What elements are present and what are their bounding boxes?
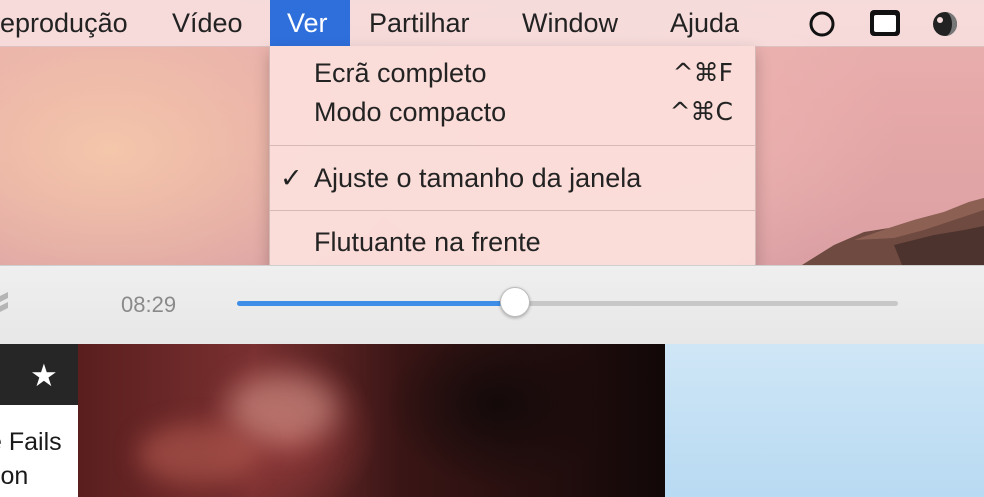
menu-video[interactable]: Vídeo xyxy=(155,0,260,46)
menu-item-label: Ajuste o tamanho da janela xyxy=(314,163,642,193)
circle-outline-icon[interactable] xyxy=(808,9,836,37)
menu-ajuda[interactable]: Ajuda xyxy=(653,0,756,46)
ver-dropdown-menu: Ecrã completo ^⌘F Modo compacto ^⌘C ✓ Aj… xyxy=(269,46,756,272)
menu-separator xyxy=(270,210,755,211)
menu-bar: eprodução Vídeo Ver Partilhar Window Aju… xyxy=(0,0,984,47)
mountain-graphic xyxy=(794,198,984,270)
menu-item-label: Modo compacto xyxy=(314,97,507,127)
menu-item-label: Ecrã completo xyxy=(314,58,487,88)
scrubber-progress xyxy=(237,301,515,306)
favorite-bar: ★ xyxy=(0,344,78,405)
menu-window[interactable]: Window xyxy=(505,0,635,46)
app-window: eprodução Vídeo Ver Partilhar Window Aju… xyxy=(0,0,984,497)
menu-partilhar[interactable]: Partilhar xyxy=(352,0,487,46)
shortcut-label: ^⌘C xyxy=(669,97,733,126)
menu-item-float-on-top[interactable]: Flutuante na frente xyxy=(270,223,755,261)
screen-icon[interactable] xyxy=(868,8,902,38)
scrubber-track[interactable] xyxy=(237,287,898,317)
thumbnail-video[interactable] xyxy=(78,344,665,497)
thumbnail-title-line: e Fails xyxy=(0,428,62,456)
share-icon[interactable] xyxy=(0,288,14,318)
menu-item-label: Flutuante na frente xyxy=(314,227,541,257)
checkmark-icon: ✓ xyxy=(280,163,303,193)
elapsed-time: 08:29 xyxy=(121,292,177,317)
menu-ver[interactable]: Ver xyxy=(270,0,350,46)
shortcut-label: ^⌘F xyxy=(672,58,733,87)
menu-item-compact-mode[interactable]: Modo compacto ^⌘C xyxy=(270,93,755,131)
star-icon[interactable]: ★ xyxy=(30,358,58,394)
thumbnail-sky[interactable] xyxy=(665,344,984,497)
menu-reproducao[interactable]: eprodução xyxy=(0,0,145,46)
thumbnail-left[interactable]: ★ e Fails tion xyxy=(0,344,78,497)
thumbnail-title-line: tion xyxy=(0,462,29,490)
half-moon-icon[interactable] xyxy=(930,9,960,39)
player-controls: 08:29 xyxy=(0,265,984,345)
menu-separator xyxy=(270,145,755,146)
menu-item-fullscreen[interactable]: Ecrã completo ^⌘F xyxy=(270,54,755,92)
menu-item-fit-window[interactable]: ✓ Ajuste o tamanho da janela xyxy=(270,159,755,197)
scrubber-knob[interactable] xyxy=(499,287,530,317)
